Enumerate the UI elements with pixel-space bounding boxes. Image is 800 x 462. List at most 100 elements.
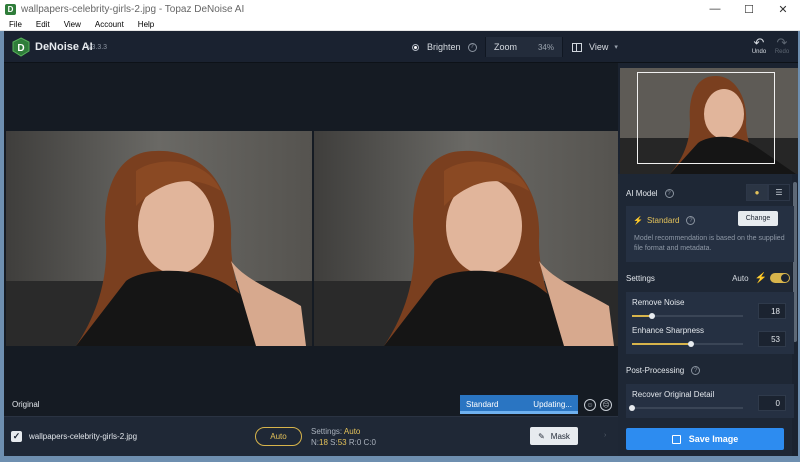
chevron-down-icon: ▾: [614, 44, 618, 51]
lightbulb-icon[interactable]: ●: [746, 184, 768, 201]
right-panel: AI Model ? ● ☰ ⚡ Standard ? Change Model…: [618, 63, 798, 456]
menu-view[interactable]: View: [64, 20, 81, 29]
recover-detail-slider-box: Recover Original Detail 0: [626, 384, 794, 418]
maximize-button[interactable]: ☐: [732, 0, 766, 18]
enhance-sharpness-slider[interactable]: [632, 341, 743, 347]
recover-detail-label: Recover Original Detail: [632, 390, 715, 399]
save-icon: [671, 434, 681, 444]
settings-header: Settings Auto ⚡: [626, 270, 790, 286]
undo-icon: ↶: [753, 35, 765, 50]
settings-value: Auto: [343, 427, 361, 436]
redo-label: Redo: [774, 49, 790, 55]
app-logo-icon: D: [5, 3, 16, 15]
file-bar: ✓ wallpapers-celebrity-girls-2.jpg Auto …: [4, 416, 618, 456]
bolt-icon: ⚡: [633, 216, 643, 225]
model-name: ⚡ Standard ?: [633, 216, 696, 225]
radio-icon: [412, 43, 419, 51]
settings-summary: Settings: Auto N:18 S:53 R:0 C:0: [311, 426, 376, 448]
minimize-button[interactable]: —: [698, 0, 732, 18]
redo-button[interactable]: ↷ Redo: [771, 35, 793, 59]
remove-noise-input[interactable]: 18: [758, 303, 786, 319]
auto-label: Auto: [732, 273, 749, 283]
menu-help[interactable]: Help: [138, 20, 154, 29]
n-label: N:: [311, 438, 319, 447]
denoise-logo-icon: D: [12, 37, 30, 57]
window-controls: — ☐ ✕: [698, 0, 800, 18]
settings-title: Settings: [626, 273, 655, 283]
n-value: 18: [319, 438, 328, 447]
brush-icon: ✎: [538, 431, 545, 441]
svg-text:D: D: [17, 43, 24, 54]
app-window: D wallpapers-celebrity-girls-2.jpg - Top…: [0, 0, 800, 462]
menu-edit[interactable]: Edit: [36, 20, 50, 29]
neutral-face-icon[interactable]: ☹: [600, 399, 612, 411]
slider-knob[interactable]: [648, 313, 655, 319]
enhance-sharpness-input[interactable]: 53: [758, 331, 786, 347]
file-checkbox[interactable]: ✓: [11, 431, 22, 442]
app-version: v3.3.3: [88, 44, 108, 51]
help-icon[interactable]: ?: [686, 216, 696, 225]
view-dropdown[interactable]: View ▾: [567, 37, 619, 57]
menu-file[interactable]: File: [9, 20, 22, 29]
split-view-icon: [572, 42, 582, 52]
slider-fill: [632, 343, 691, 345]
file-name: wallpapers-celebrity-girls-2.jpg: [29, 432, 138, 441]
brighten-toggle[interactable]: Brighten ?: [412, 37, 485, 57]
ai-model-label: AI Model: [626, 189, 658, 198]
description-line-1: Model recommendation is based on the sup…: [634, 235, 785, 242]
save-image-button[interactable]: Save Image: [626, 428, 784, 450]
model-card: ⚡ Standard ? Change Model recommendation…: [626, 206, 794, 262]
app-name: DeNoise AI: [35, 41, 93, 53]
model-label: Standard: [646, 216, 680, 225]
mask-button[interactable]: ✎ Mask: [530, 427, 578, 445]
c-label: C:: [363, 438, 372, 447]
r-value: 0: [356, 438, 362, 447]
zoom-control[interactable]: Zoom 34%: [485, 37, 563, 57]
post-processing-label: Post-Processing: [626, 366, 685, 375]
smile-face-icon[interactable]: ☺: [584, 399, 596, 411]
recover-detail-input[interactable]: 0: [758, 395, 786, 411]
chevron-right-icon[interactable]: ›: [604, 432, 606, 439]
view-label: View: [589, 42, 609, 52]
settings-panel: AI Model ? ● ☰ ⚡ Standard ? Change Model…: [618, 174, 798, 456]
status-label: Updating...: [533, 400, 572, 409]
post-processing-title: Post-Processing ?: [626, 366, 701, 375]
help-icon[interactable]: ?: [691, 366, 701, 375]
slider-knob[interactable]: [687, 341, 694, 347]
portrait-photo: [6, 131, 312, 346]
processed-preview-image[interactable]: [314, 131, 620, 346]
enhance-sharpness-slider-box: Enhance Sharpness 53: [626, 320, 794, 354]
help-icon[interactable]: ?: [664, 189, 674, 198]
help-icon[interactable]: ?: [467, 42, 477, 52]
undo-label: Undo: [751, 49, 767, 55]
save-label: Save Image: [688, 434, 739, 444]
s-label: S:: [330, 438, 338, 447]
recover-detail-slider[interactable]: [629, 405, 743, 411]
slider-knob[interactable]: [629, 405, 635, 411]
auto-toggle[interactable]: [770, 273, 790, 283]
menu-account[interactable]: Account: [95, 20, 124, 29]
auto-button[interactable]: Auto: [255, 427, 302, 446]
settings-label: Settings:: [311, 427, 343, 436]
navigator-thumbnail[interactable]: [620, 68, 798, 174]
undo-button[interactable]: ↶ Undo: [748, 35, 770, 59]
remove-noise-label: Remove Noise: [632, 298, 685, 307]
remove-noise-slider[interactable]: [632, 313, 743, 319]
change-model-button[interactable]: Change: [738, 211, 778, 226]
list-icon[interactable]: ☰: [768, 184, 790, 201]
portrait-photo: [314, 131, 620, 346]
preview-canvas[interactable]: Original Standard Updating... ☺ ☹: [4, 63, 620, 416]
redo-icon: ↷: [776, 35, 788, 50]
viewport-frame[interactable]: [637, 72, 775, 164]
ai-model-mode-toggle: ● ☰: [746, 184, 790, 201]
original-preview-image[interactable]: [6, 131, 312, 346]
processing-status-bar: Standard Updating...: [460, 395, 578, 414]
original-label: Original: [12, 400, 40, 409]
bolt-icon: ⚡: [754, 272, 767, 284]
c-value: 0: [371, 438, 376, 447]
ai-model-title: AI Model ?: [626, 189, 674, 198]
enhance-sharpness-label: Enhance Sharpness: [632, 326, 705, 335]
brighten-label: Brighten: [427, 42, 461, 52]
r-label: R:: [348, 438, 357, 447]
close-button[interactable]: ✕: [766, 0, 800, 18]
